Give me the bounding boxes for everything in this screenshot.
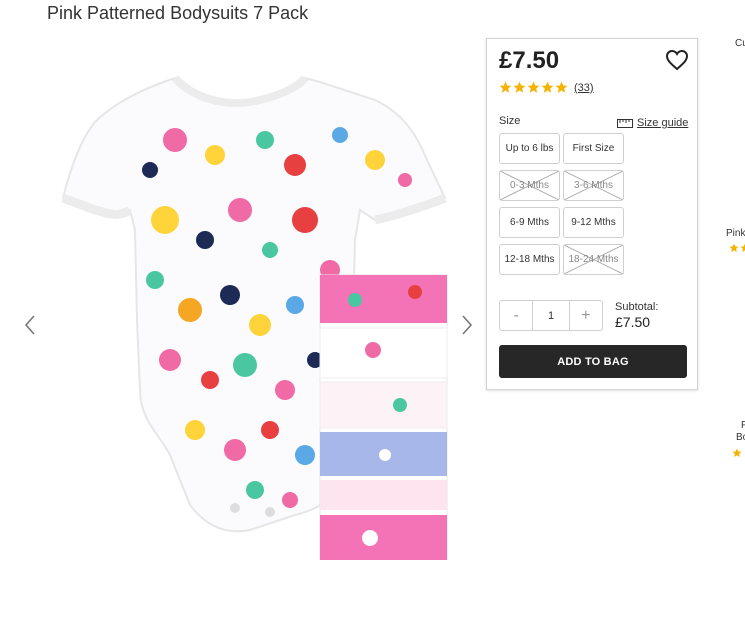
star-icon bbox=[732, 448, 742, 458]
size-guide-link[interactable]: Size guide bbox=[617, 117, 688, 129]
zoom-icon[interactable] bbox=[446, 630, 460, 644]
rating-stars: (33) bbox=[499, 81, 594, 94]
star-icon bbox=[513, 81, 526, 94]
subtotal: Subtotal: £7.50 bbox=[615, 301, 658, 330]
size-option-label: Up to 6 lbs bbox=[506, 143, 554, 154]
review-count-link[interactable]: (33) bbox=[574, 82, 594, 94]
chevron-left-icon[interactable] bbox=[20, 310, 40, 340]
size-option-label: First Size bbox=[573, 143, 615, 154]
size-option-3-6-mths[interactable]: 3-6 Mths bbox=[563, 170, 624, 201]
star-icon bbox=[740, 243, 745, 253]
size-option-label: 12-18 Mths bbox=[504, 254, 554, 265]
size-option-label: 6-9 Mths bbox=[510, 217, 549, 228]
related-product-image[interactable] bbox=[736, 310, 745, 336]
size-option-18-24-mths[interactable]: 18-24 Mths bbox=[563, 244, 624, 275]
add-to-bag-button[interactable]: ADD TO BAG bbox=[499, 345, 687, 378]
related-product-name[interactable]: Pink bbox=[726, 228, 745, 239]
related-products-carousel: Cu Pink P Bo bbox=[722, 0, 745, 595]
related-product-name[interactable]: Bo bbox=[736, 432, 745, 443]
ruler-icon bbox=[617, 119, 633, 128]
size-option-0-3-mths[interactable]: 0-3 Mths bbox=[499, 170, 560, 201]
related-product-name[interactable]: P bbox=[741, 420, 745, 431]
size-option-6-9-mths[interactable]: 6-9 Mths bbox=[499, 207, 560, 238]
subtotal-label: Subtotal: bbox=[615, 301, 658, 313]
quantity-input[interactable]: 1 bbox=[532, 301, 569, 330]
star-icon bbox=[555, 81, 568, 94]
chevron-right-icon[interactable] bbox=[457, 310, 477, 340]
size-option-first-size[interactable]: First Size bbox=[563, 133, 624, 164]
quantity-stepper: - 1 + bbox=[499, 300, 603, 331]
size-option-9-12-mths[interactable]: 9-12 Mths bbox=[563, 207, 624, 238]
quantity-increase-button[interactable]: + bbox=[570, 301, 602, 330]
star-icon bbox=[527, 81, 540, 94]
quantity-decrease-button[interactable]: - bbox=[500, 301, 532, 330]
purchase-panel: £7.50 (33) Size Size guide Up to 6 lbs F… bbox=[486, 38, 698, 390]
star-icon bbox=[729, 243, 739, 253]
carousel-heading: Cu bbox=[735, 38, 745, 49]
size-option-label: 9-12 Mths bbox=[571, 217, 615, 228]
star-icon bbox=[541, 81, 554, 94]
size-option-label: 3-6 Mths bbox=[574, 180, 613, 191]
size-label: Size bbox=[499, 115, 520, 127]
size-option-12-18-mths[interactable]: 12-18 Mths bbox=[499, 244, 560, 275]
product-price: £7.50 bbox=[499, 47, 559, 75]
subtotal-value: £7.50 bbox=[615, 314, 658, 330]
related-product-image[interactable] bbox=[736, 500, 745, 526]
size-guide-label: Size guide bbox=[637, 117, 688, 129]
product-gallery bbox=[20, 40, 485, 600]
related-product-image[interactable] bbox=[736, 115, 745, 141]
star-icon bbox=[499, 81, 512, 94]
product-title: Pink Patterned Bodysuits 7 Pack bbox=[47, 3, 308, 24]
heart-icon[interactable] bbox=[665, 49, 689, 71]
size-option-up-to-6-lbs[interactable]: Up to 6 lbs bbox=[499, 133, 560, 164]
size-option-label: 0-3 Mths bbox=[510, 180, 549, 191]
product-image[interactable] bbox=[55, 60, 450, 560]
size-option-label: 18-24 Mths bbox=[568, 254, 618, 265]
